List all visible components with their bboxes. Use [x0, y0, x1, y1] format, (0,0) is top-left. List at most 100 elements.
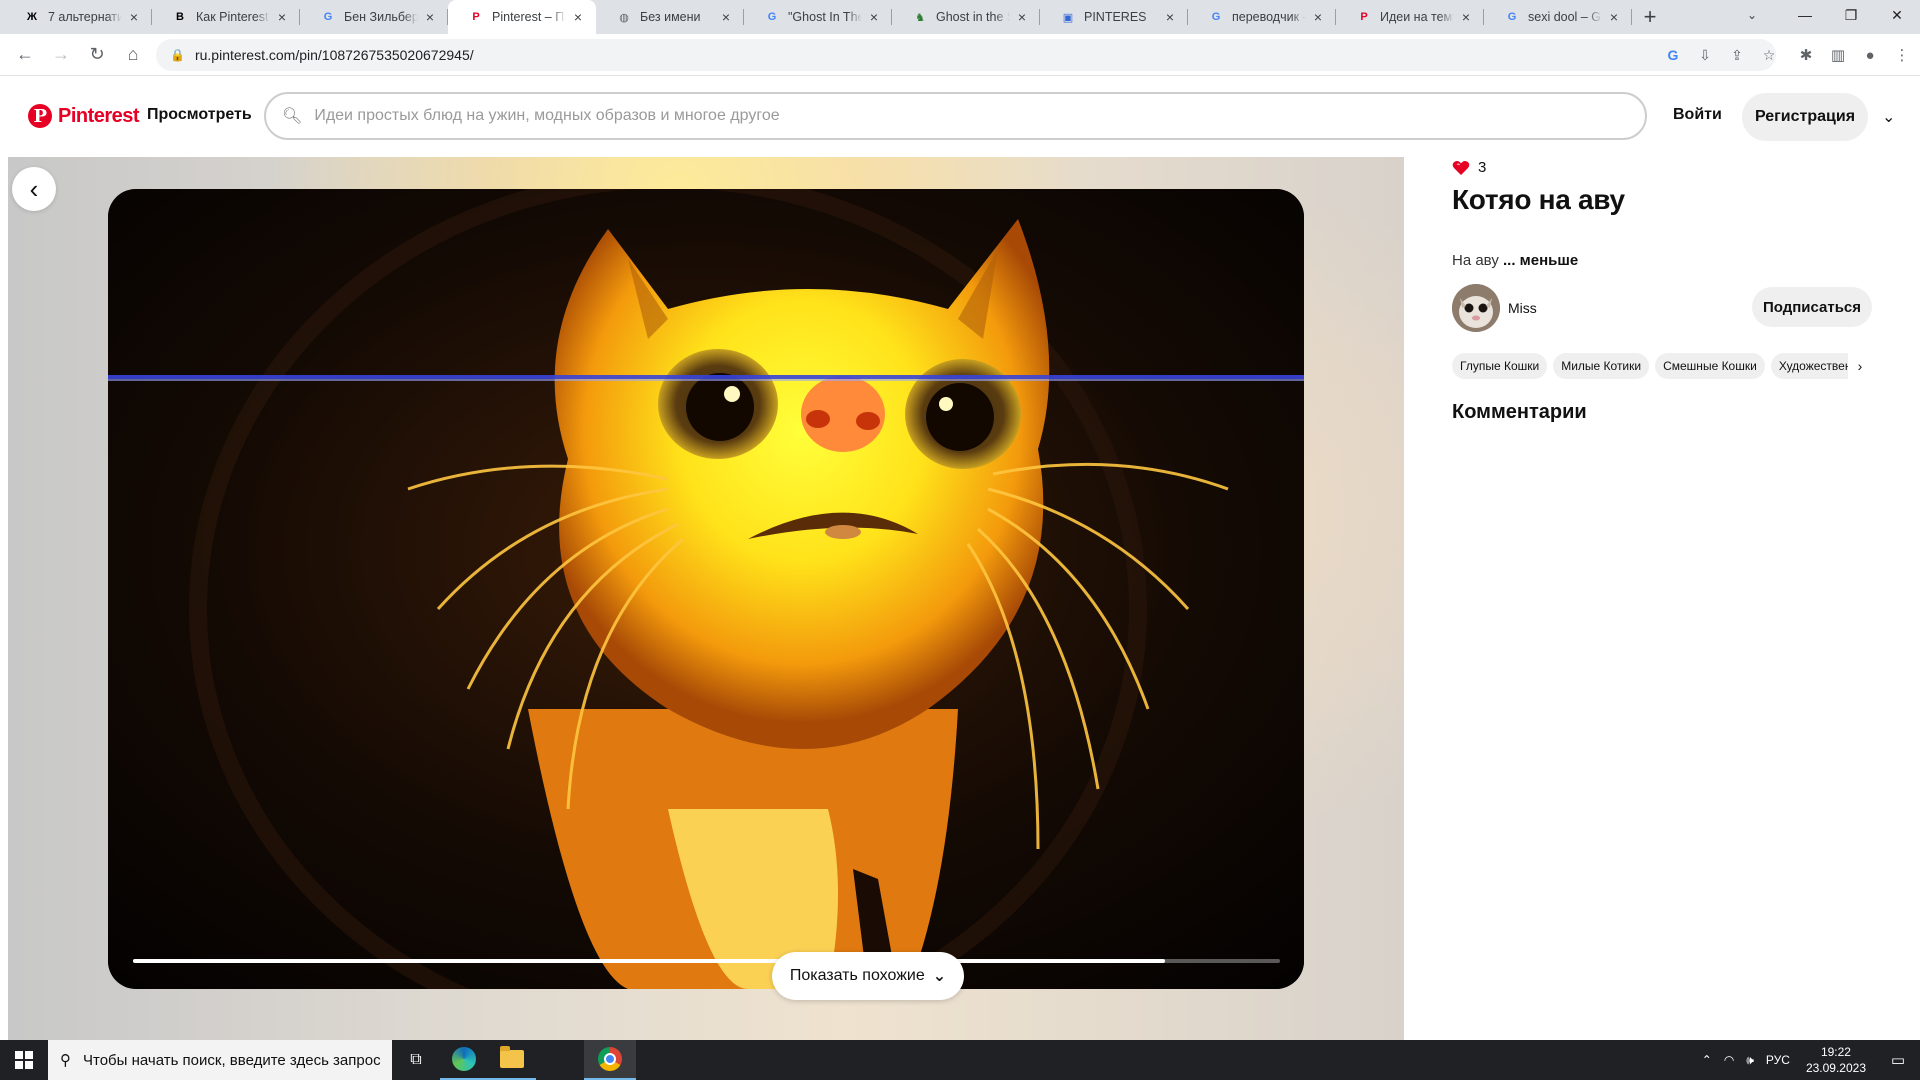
- notifications-icon[interactable]: ▭: [1876, 1040, 1920, 1080]
- tag-chip[interactable]: Смешные Кошки: [1655, 353, 1765, 379]
- forward-arrow-icon[interactable]: →: [44, 38, 78, 72]
- tab-title: переводчик - П: [1232, 10, 1306, 24]
- back-arrow-icon[interactable]: ←: [8, 38, 42, 72]
- close-icon[interactable]: ×: [422, 9, 438, 25]
- follow-button[interactable]: Подписаться: [1752, 287, 1872, 327]
- search-box[interactable]: 🔍︎: [264, 92, 1647, 140]
- side-panel-icon[interactable]: ▥: [1826, 46, 1850, 64]
- video-progress-bar[interactable]: [133, 959, 1280, 963]
- browser-tab[interactable]: ▣ PINTERES ×: [1040, 0, 1188, 34]
- tag-chip[interactable]: Милые Котики: [1553, 353, 1650, 379]
- cat-photo: [108, 189, 1304, 989]
- reactions[interactable]: 3: [1452, 159, 1872, 176]
- browser-tab[interactable]: Gпереводчик - П ×: [1188, 0, 1336, 34]
- close-icon[interactable]: ×: [570, 9, 586, 25]
- browser-tab[interactable]: G "Ghost In The Sh ×: [744, 0, 892, 34]
- browser-tab[interactable]: Ж 7 альтернатив ×: [4, 0, 152, 34]
- chevron-down-icon: ⌄: [932, 968, 947, 985]
- chevron-right-icon[interactable]: ›: [1848, 353, 1872, 379]
- close-icon[interactable]: ×: [126, 9, 142, 25]
- network-icon[interactable]: ◠: [1718, 1053, 1740, 1067]
- show-hidden-icons-icon[interactable]: ⌃: [1696, 1053, 1718, 1067]
- close-icon[interactable]: ×: [718, 9, 734, 25]
- tab-list: Ж 7 альтернатив × B Как Pinterest по × G Бен Зи…: [0, 0, 1632, 34]
- clock[interactable]: 19:22 23.09.2023: [1796, 1044, 1876, 1076]
- address-bar[interactable]: 🔒 ru.pinterest.com/pin/10872675350206729…: [156, 38, 1776, 71]
- signup-button[interactable]: Регистрация: [1742, 93, 1868, 141]
- pinterest-logo-icon: P: [28, 104, 52, 128]
- pinterest-logo[interactable]: P Pinterest: [28, 104, 140, 128]
- chrome-menu-icon[interactable]: ⋮: [1890, 46, 1914, 64]
- browser-tab[interactable]: ♞ Ghost in the She ×: [892, 0, 1040, 34]
- minimize-icon[interactable]: —: [1782, 0, 1828, 30]
- close-window-icon[interactable]: ✕: [1874, 0, 1920, 30]
- bookmark-star-icon[interactable]: ☆: [1758, 47, 1780, 64]
- browser-tab[interactable]: G Бен Зильберман ×: [300, 0, 448, 34]
- browser-tab[interactable]: Gsexi dool – Goo ×: [1484, 0, 1632, 34]
- back-button[interactable]: ‹: [12, 167, 56, 211]
- window-controls: — ❐ ✕: [1782, 0, 1920, 30]
- tab-title: Без имени: [640, 10, 701, 24]
- windows-taskbar: ⚲ Чтобы начать поиск, введите здесь запр…: [0, 1040, 1920, 1080]
- google-translate-icon[interactable]: G: [1662, 47, 1684, 63]
- close-icon[interactable]: ×: [274, 9, 290, 25]
- show-similar-button[interactable]: Показать похожие ⌄: [772, 952, 964, 1000]
- search-icon: 🔍︎: [282, 108, 303, 125]
- comments-heading: Комментарии: [1452, 401, 1587, 423]
- chevron-down-icon[interactable]: ⌄: [1882, 107, 1895, 127]
- pinterest-header: P Pinterest Просмотреть 🔍︎ Войти Регистр…: [0, 77, 1920, 157]
- edge-app[interactable]: [440, 1040, 488, 1080]
- google-icon: G: [323, 11, 333, 23]
- close-icon[interactable]: ×: [1458, 9, 1474, 25]
- profile-icon[interactable]: ●: [1858, 47, 1882, 64]
- volume-icon[interactable]: 🕪︎: [1740, 1053, 1760, 1068]
- browser-tab[interactable]: B Как Pinterest по ×: [152, 0, 300, 34]
- taskbar-search[interactable]: ⚲ Чтобы начать поиск, введите здесь запр…: [48, 1040, 392, 1080]
- pin-title: Котяо на аву: [1452, 184, 1625, 215]
- google-icon: G: [1507, 11, 1517, 23]
- login-button[interactable]: Войти: [1673, 106, 1722, 124]
- close-icon[interactable]: ×: [1310, 9, 1326, 25]
- close-icon[interactable]: ×: [866, 9, 882, 25]
- clock-time: 19:22: [1820, 1045, 1851, 1059]
- search-icon: ⚲: [60, 1052, 71, 1069]
- reaction-count: 3: [1478, 159, 1487, 176]
- pinterest-logo-text: Pinterest: [58, 104, 140, 127]
- explore-link[interactable]: Просмотреть: [147, 106, 252, 124]
- home-icon[interactable]: ⌂: [116, 38, 150, 72]
- install-app-icon[interactable]: ⇩: [1694, 47, 1716, 64]
- restore-icon[interactable]: ❐: [1828, 0, 1874, 30]
- tab-search-icon[interactable]: ⌄: [1734, 0, 1770, 30]
- extensions-icon[interactable]: ✱: [1794, 46, 1818, 64]
- search-input[interactable]: [314, 107, 1610, 125]
- close-icon[interactable]: ×: [1606, 9, 1622, 25]
- folder-icon: [500, 1046, 524, 1068]
- show-less-link[interactable]: ... меньше: [1503, 252, 1578, 269]
- avatar[interactable]: [1452, 284, 1500, 332]
- pin-description: На аву ... меньше: [1452, 252, 1872, 269]
- browser-tab[interactable]: P Pinterest – Пинт ×: [448, 0, 596, 34]
- browser-tab[interactable]: ◍ Без имени ×: [596, 0, 744, 34]
- browser-toolbar: ← → ↻ ⌂ 🔒 ru.pinterest.com/pin/108726753…: [0, 34, 1920, 76]
- tab-title: Идеи на тему «: [1380, 10, 1454, 24]
- creator-name[interactable]: Miss: [1508, 300, 1537, 316]
- start-button[interactable]: [0, 1040, 48, 1080]
- pin-image[interactable]: [108, 189, 1304, 989]
- pinterest-icon: P: [1360, 11, 1368, 23]
- tag-chip[interactable]: Глупые Кошки: [1452, 353, 1548, 379]
- browser-tab[interactable]: P Идеи на тему « ×: [1336, 0, 1484, 34]
- share-icon[interactable]: ⇪: [1726, 47, 1748, 64]
- reload-icon[interactable]: ↻: [80, 38, 114, 72]
- file-explorer-app[interactable]: [488, 1040, 536, 1080]
- pinterest-icon: P: [472, 11, 480, 23]
- chrome-app[interactable]: [584, 1040, 636, 1080]
- task-view-icon[interactable]: ⧉: [392, 1040, 440, 1080]
- lock-icon[interactable]: 🔒: [170, 48, 185, 62]
- ghost-icon: ♞: [915, 11, 925, 24]
- close-icon[interactable]: ×: [1014, 9, 1030, 25]
- creator-row: Miss Подписаться: [1452, 283, 1872, 333]
- url-text[interactable]: ru.pinterest.com/pin/1087267535020672945…: [195, 47, 474, 63]
- new-tab-button[interactable]: +: [1632, 0, 1668, 34]
- close-icon[interactable]: ×: [1162, 9, 1178, 25]
- language-indicator[interactable]: РУС: [1760, 1053, 1796, 1067]
